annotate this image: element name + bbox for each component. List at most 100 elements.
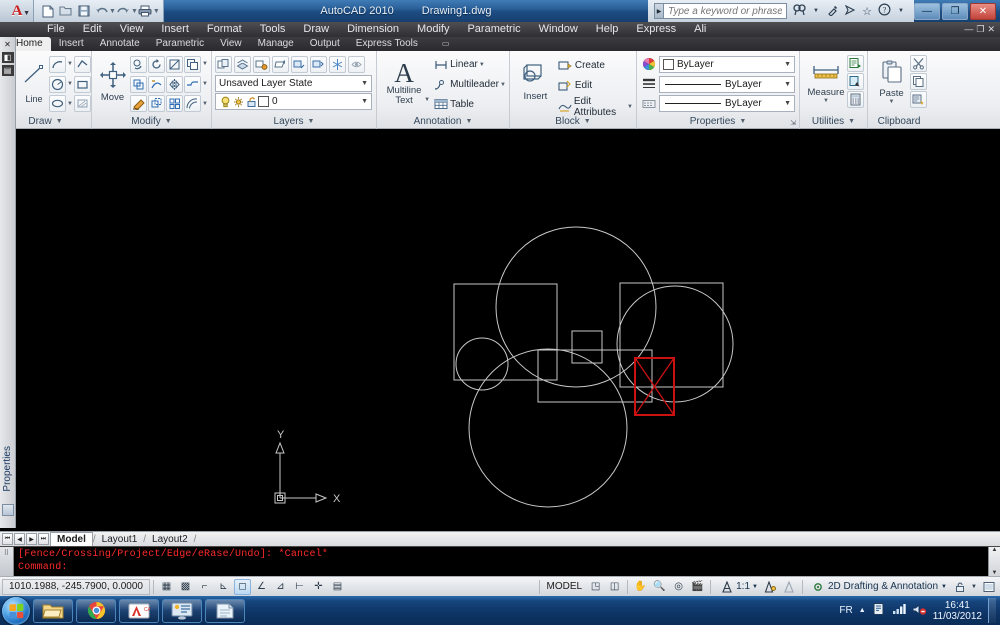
quick-select-icon[interactable] (847, 55, 864, 72)
lock-dropdown-icon[interactable]: ▼ (970, 579, 978, 595)
command-line[interactable]: ⠿ [Fence/Crossing/Project/Edge/eRase/Und… (0, 546, 1000, 576)
fillet-icon[interactable] (184, 75, 201, 93)
pan-icon[interactable]: ✋ (632, 579, 649, 595)
hatch-icon[interactable] (74, 95, 91, 113)
plot-icon[interactable] (137, 3, 154, 20)
ribbon-minimize-icon[interactable]: ▭ (434, 37, 458, 51)
layer-freeze-icon[interactable] (329, 56, 346, 73)
layer-previous-icon[interactable] (272, 56, 289, 73)
input-language-indicator[interactable]: FR (839, 605, 852, 616)
command-line-grip[interactable]: ⠿ (0, 547, 14, 576)
chevron-down-icon[interactable]: ▼ (308, 118, 315, 125)
menu-item-draw[interactable]: Draw (294, 22, 338, 37)
measure-dropdown-icon[interactable]: ▼ (823, 98, 829, 104)
trim-icon[interactable] (166, 55, 183, 73)
menu-item-ali[interactable]: Ali (685, 22, 715, 37)
menu-item-parametric[interactable]: Parametric (458, 22, 529, 37)
minimize-button[interactable]: — (914, 2, 940, 20)
ribbon-tab-parametric[interactable]: Parametric (148, 37, 212, 51)
menu-item-file[interactable]: File (38, 22, 74, 37)
linetype-combobox[interactable]: ByLayer ▼ (659, 75, 795, 93)
chevron-down-icon[interactable]: ▼ (941, 584, 947, 590)
dynamic-input-icon[interactable]: ✛ (310, 579, 327, 595)
layer-state-combobox[interactable]: Unsaved Layer State ▼ (215, 75, 372, 92)
chevron-down-icon[interactable]: ▼ (784, 100, 791, 107)
layer-properties-icon[interactable] (215, 56, 232, 73)
paste-button[interactable]: Paste ▼ (873, 53, 910, 111)
ortho-mode-icon[interactable]: ⊾ (215, 579, 232, 595)
taskbar-autocad[interactable]: CAD (119, 598, 159, 623)
redo-icon[interactable] (115, 3, 132, 20)
document-minimize-button[interactable]: — (964, 24, 973, 35)
menu-item-format[interactable]: Format (198, 22, 251, 37)
workspace-switching-button[interactable]: 2D Drafting & Annotation ▼ (806, 579, 950, 595)
sign-in-icon[interactable] (843, 4, 857, 19)
chevron-down-icon[interactable]: ▼ (23, 10, 30, 17)
layer-thaw-icon[interactable] (232, 93, 245, 110)
chevron-down-icon[interactable]: ▼ (361, 98, 368, 105)
layer-unlock-icon[interactable] (245, 93, 258, 110)
ellipse-dropdown-icon[interactable]: ▼ (67, 101, 73, 107)
erase-icon[interactable] (130, 95, 147, 113)
layer-unisolate-icon[interactable] (310, 56, 327, 73)
rotate-icon[interactable] (130, 55, 147, 73)
grid-display-icon[interactable]: ▩ (177, 579, 194, 595)
ellipse-icon[interactable] (49, 95, 66, 113)
osnap-tracking-icon[interactable]: ⊿ (272, 579, 289, 595)
help-icon[interactable]: ? (877, 3, 891, 19)
drawing-canvas[interactable]: XY (16, 130, 1000, 528)
restore-button[interactable]: ❐ (942, 2, 968, 20)
quick-view-layouts-icon[interactable]: ◳ (587, 579, 604, 595)
drawing-area[interactable]: XY (16, 130, 1000, 528)
document-close-button[interactable]: ✕ (987, 24, 995, 35)
ribbon-tab-view[interactable]: View (212, 37, 250, 51)
scale-icon[interactable] (130, 75, 147, 93)
offset-icon[interactable] (184, 95, 201, 113)
layer-isolate-icon[interactable] (291, 56, 308, 73)
ribbon-tab-express-tools[interactable]: Express Tools (348, 37, 426, 51)
chevron-down-icon[interactable]: ▼ (784, 61, 791, 68)
cut-icon[interactable] (910, 55, 927, 72)
ribbon-panel-utilities-label[interactable]: Utilities ▼ (800, 114, 867, 129)
search-input[interactable] (663, 3, 787, 19)
properties-palette-dock[interactable]: ✕ ◧ ▤ Properties (0, 37, 16, 528)
steering-wheel-icon[interactable]: ◎ (670, 579, 687, 595)
taskbar-notepad[interactable] (205, 598, 245, 623)
infer-constraints-icon[interactable]: ▦ (158, 579, 175, 595)
move-button[interactable]: Move (95, 53, 130, 111)
last-layout-button[interactable]: ⏭ (38, 533, 49, 545)
layer-on-icon[interactable] (219, 93, 232, 110)
application-menu-button[interactable]: A ▼ (0, 0, 34, 22)
zoom-icon[interactable]: 🔍 (651, 579, 668, 595)
polyline-icon[interactable] (74, 55, 91, 73)
lineweight-combobox[interactable]: ByLayer ▼ (659, 95, 795, 113)
table-label[interactable]: Table (450, 99, 474, 110)
quick-calc-pick-icon[interactable] (847, 73, 864, 90)
layout-tab-layout1[interactable]: Layout1 (96, 533, 144, 546)
show-hidden-icons-icon[interactable]: ▲ (859, 607, 866, 614)
previous-layout-button[interactable]: ◀ (14, 533, 25, 545)
layout-tab-model[interactable]: Model (50, 532, 93, 546)
clean-screen-icon[interactable] (980, 579, 997, 595)
showmotion-icon[interactable]: 🎬 (689, 579, 706, 595)
rect-left[interactable] (453, 283, 558, 381)
layer-combobox[interactable]: 0 ▼ (215, 93, 372, 110)
circle-bottom[interactable] (468, 348, 628, 508)
start-button[interactable] (2, 596, 30, 625)
menu-item-insert[interactable]: Insert (152, 22, 198, 37)
tray-network-icon[interactable] (892, 603, 906, 618)
object-color-combobox[interactable]: ByLayer ▼ (659, 55, 795, 73)
menu-item-window[interactable]: Window (530, 22, 587, 37)
ribbon-tab-output[interactable]: Output (302, 37, 348, 51)
extend-icon[interactable] (148, 75, 165, 93)
match-properties-icon[interactable] (910, 91, 927, 108)
chevron-down-icon[interactable]: ▼ (361, 80, 368, 87)
next-layout-button[interactable]: ▶ (26, 533, 37, 545)
revolve-icon[interactable] (148, 55, 165, 73)
insert-block-button[interactable]: Insert (517, 53, 554, 111)
circle-small[interactable] (455, 337, 509, 391)
copy-clip-icon[interactable] (910, 73, 927, 90)
ribbon-tab-insert[interactable]: Insert (51, 37, 92, 51)
taskbar-explorer[interactable] (33, 598, 73, 623)
linear-label[interactable]: Linear (450, 59, 478, 70)
